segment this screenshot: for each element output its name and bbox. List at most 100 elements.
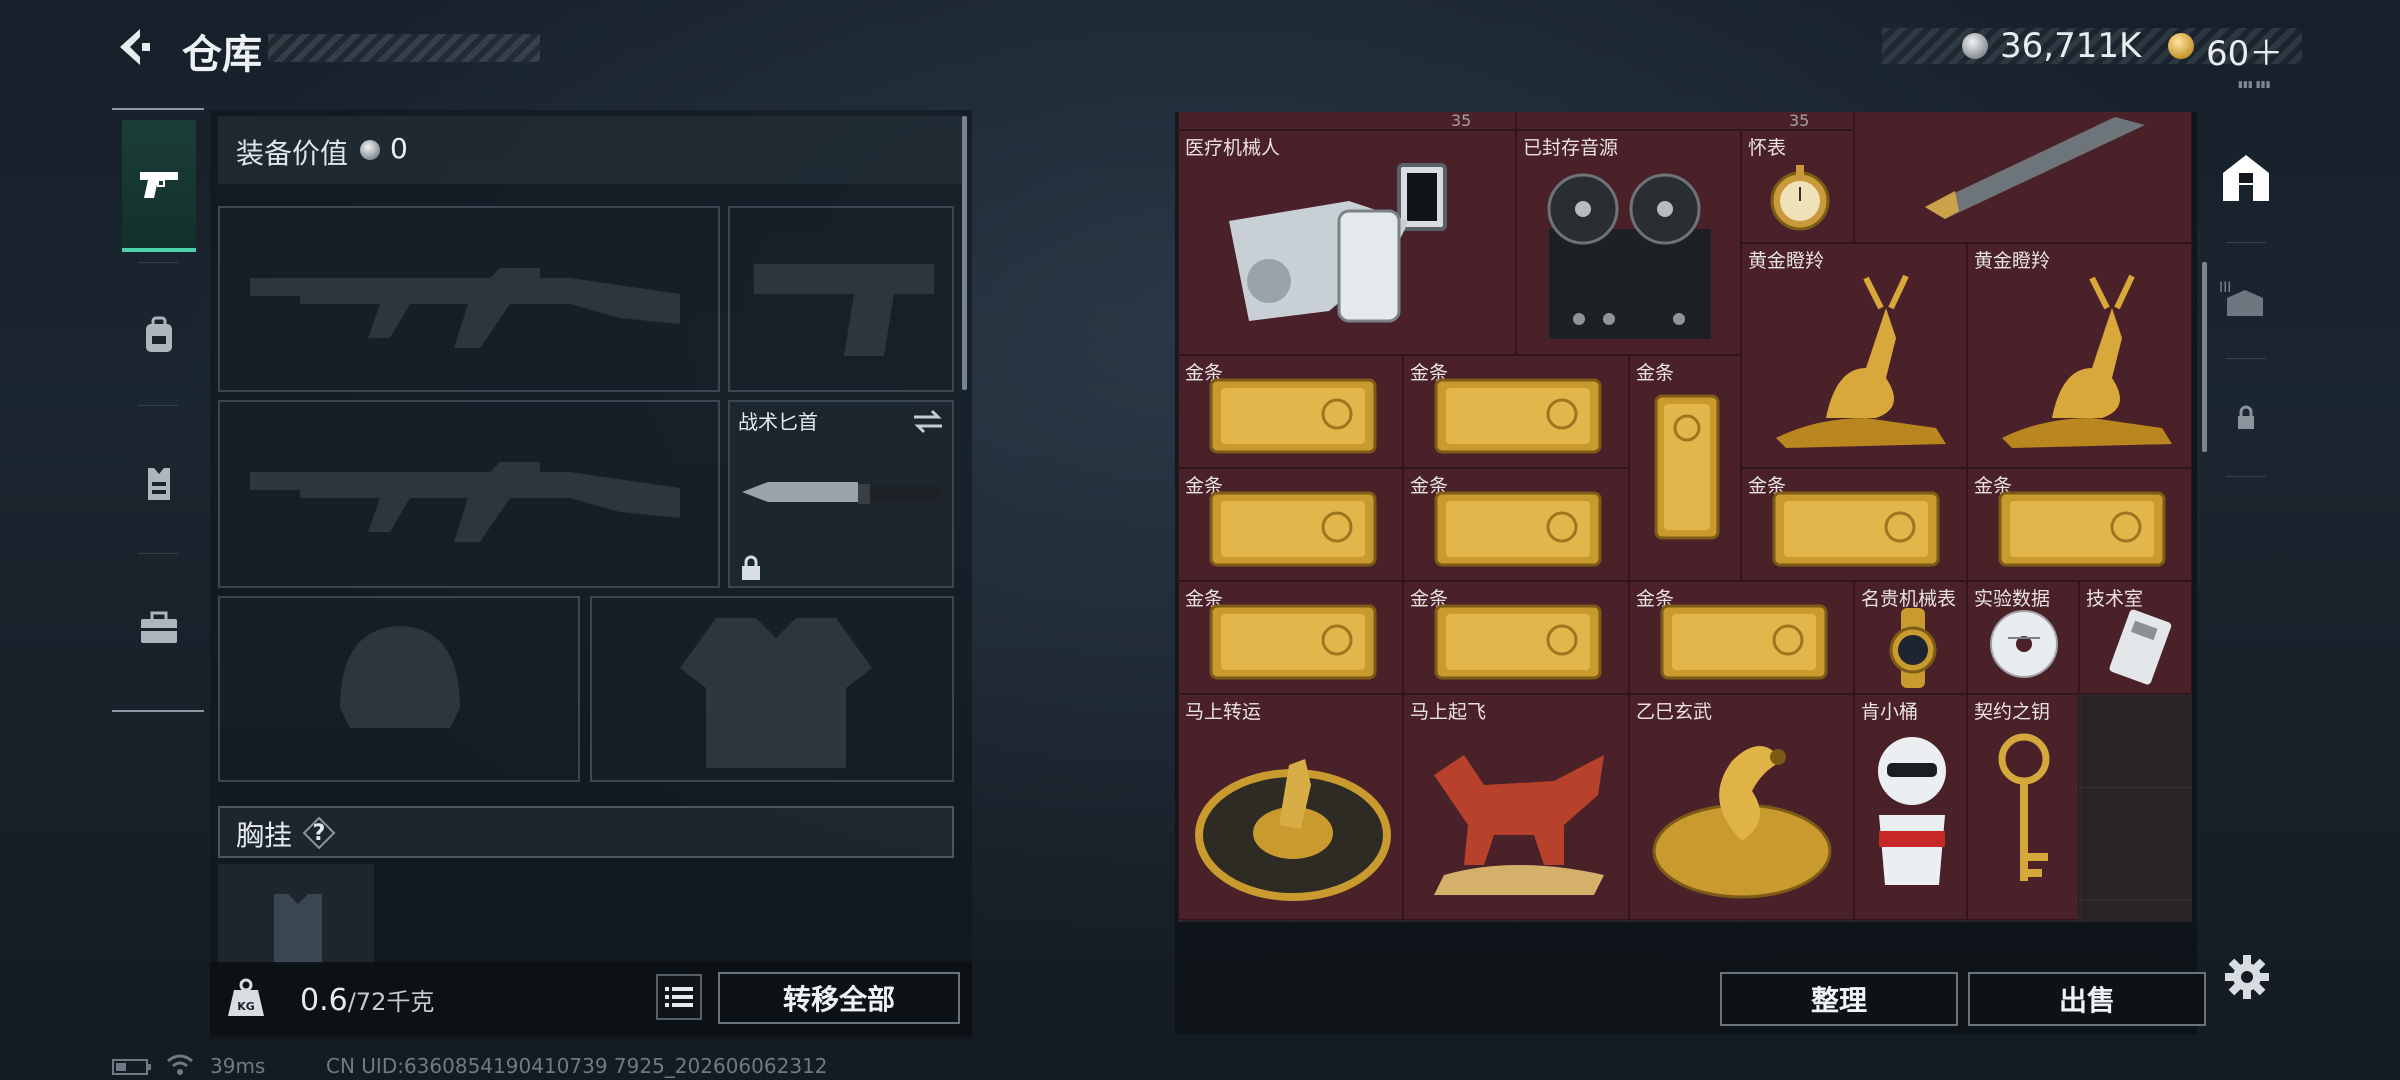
rifle-silhouette-icon — [250, 462, 680, 542]
weight-readout: 0.6/72千克 — [300, 982, 434, 1018]
help-icon[interactable]: ? — [302, 816, 336, 850]
grid-item-hidden[interactable]: 35 — [1178, 112, 1516, 130]
grid-item-gold-bar[interactable]: 金条 — [1741, 468, 1967, 581]
currency-secondary[interactable]: 60＋ — [2206, 26, 2283, 75]
helmet-silhouette-icon — [340, 626, 460, 728]
secondary-weapon-slot[interactable] — [218, 400, 720, 588]
grid-item-medical-robot[interactable]: 医疗机械人 — [1178, 130, 1516, 355]
pocket-watch-icon — [1770, 165, 1830, 231]
item-label: 金条 — [1636, 362, 1675, 384]
silver-coin-icon — [360, 140, 380, 160]
tab-storage[interactable] — [2206, 118, 2286, 238]
chest-rig-slot[interactable] — [218, 864, 374, 964]
grid-item-keycard[interactable]: 技术室 — [2079, 581, 2192, 694]
gold-coin-icon — [2168, 33, 2194, 59]
uid-readout: CN UID:6360854190410739 7925_20260606231… — [326, 1054, 828, 1078]
nav-item-backpack[interactable] — [122, 270, 196, 402]
grid-item-tape-recorder[interactable]: 已封存音源 — [1516, 130, 1741, 355]
grid-item-gold-bar[interactable]: 金条 — [1967, 468, 2192, 581]
grid-item-golden-dragon-turtle[interactable]: 乙巳玄武 — [1629, 694, 1854, 920]
loadout-scrollbar[interactable] — [962, 116, 967, 390]
svg-text:KG: KG — [237, 1000, 255, 1013]
nav-divider — [138, 405, 178, 406]
grid-item-red-horse[interactable]: 马上起飞 — [1403, 694, 1629, 920]
grid-item-gold-bar[interactable]: 金条 — [1403, 355, 1629, 468]
pistol-icon — [140, 172, 178, 198]
melee-label: 战术匕首 — [738, 410, 818, 434]
ping-readout: 39ms — [210, 1054, 266, 1078]
wifi-icon — [167, 1054, 193, 1075]
grid-item-hidden[interactable]: 35 — [1516, 112, 1854, 130]
grid-item-horse-medallion[interactable]: 马上转运 — [1178, 694, 1403, 920]
tape-recorder-icon — [1547, 173, 1711, 339]
tab-storage-expansion[interactable]: III — [2206, 238, 2286, 358]
equipment-value-amount: 0 — [390, 132, 408, 165]
pistol-slot[interactable] — [728, 206, 954, 392]
item-label: 乙巳玄武 — [1636, 701, 1713, 723]
swap-icon[interactable] — [912, 408, 944, 434]
vest-icon — [148, 468, 170, 500]
medical-robot-icon — [1229, 163, 1447, 323]
ornate-key-icon — [1998, 733, 2050, 881]
transfer-all-button[interactable]: 转移全部 — [718, 972, 960, 1024]
gold-bar-icon — [1434, 378, 1602, 454]
grid-item-golden-gazelle[interactable]: 黄金瞪羚 — [1741, 243, 1967, 468]
grid-item-gold-bar[interactable]: 金条 — [1403, 468, 1629, 581]
knife-icon — [742, 482, 942, 504]
back-arrow-icon[interactable] — [110, 25, 154, 69]
sell-button[interactable]: 出售 — [1968, 972, 2206, 1026]
helmet-slot[interactable] — [218, 596, 580, 782]
tab-locked[interactable] — [2206, 358, 2286, 478]
kfc-figure-icon — [1878, 737, 1946, 885]
item-label: 马上转运 — [1185, 701, 1262, 723]
primary-weapon-slot[interactable] — [218, 206, 720, 392]
armor-silhouette-icon — [680, 618, 872, 768]
pistol-silhouette-icon — [754, 264, 934, 356]
gold-bar-vertical-icon — [1654, 394, 1720, 540]
sort-button[interactable]: 整理 — [1720, 972, 1958, 1026]
grid-item-kfc-figure[interactable]: 肯小桶 — [1854, 694, 1967, 920]
silver-coin-icon — [1962, 33, 1988, 59]
gold-bar-icon — [1434, 604, 1602, 680]
grid-item-rocket-shell[interactable] — [1854, 112, 2192, 243]
golden-gazelle-icon — [1776, 274, 1946, 448]
list-view-button[interactable] — [656, 974, 702, 1020]
list-icon — [665, 987, 693, 1007]
keycard-icon — [2109, 609, 2172, 685]
title-decoration — [268, 34, 540, 62]
nav-item-weapons[interactable] — [122, 120, 196, 252]
gold-bar-icon — [1209, 604, 1377, 680]
chest-rig-silhouette-icon — [274, 894, 322, 964]
grid-item-gold-bar[interactable]: 金条 — [1178, 355, 1403, 468]
equipment-value-label: 装备价值 — [236, 137, 349, 170]
grid-item-ornate-key[interactable]: 契约之钥 — [1967, 694, 2079, 920]
melee-slot[interactable]: 战术匕首 — [728, 400, 954, 588]
grid-item-pocket-watch[interactable]: 怀表 — [1741, 130, 1854, 243]
grid-item-gold-bar[interactable]: 金条 — [1178, 581, 1403, 694]
tab-divider — [2226, 476, 2266, 477]
gear-icon[interactable] — [2224, 954, 2270, 1000]
currency-primary[interactable]: 36,711K — [2000, 26, 2141, 66]
lock-icon — [2238, 405, 2254, 429]
nav-item-toolbox[interactable] — [122, 562, 196, 694]
grid-item-gold-bar[interactable]: 金条 — [1629, 581, 1854, 694]
gold-bar-icon — [1772, 491, 1940, 567]
armor-slot[interactable] — [590, 596, 954, 782]
gold-bar-icon — [1998, 491, 2166, 567]
luxury-watch-icon — [1889, 608, 1937, 688]
grid-item-luxury-watch[interactable]: 名贵机械表 — [1854, 581, 1967, 694]
gold-bar-icon — [1209, 378, 1377, 454]
item-label: 技术室 — [2086, 588, 2144, 610]
grid-item-data-disc[interactable]: 实验数据 — [1967, 581, 2079, 694]
rocket-shell-icon — [1925, 117, 2145, 219]
horse-medallion-icon — [1195, 759, 1391, 901]
weight-kg-icon: KG — [228, 978, 264, 1016]
grid-item-gold-bar-vertical[interactable]: 金条 — [1629, 355, 1741, 581]
nav-item-vest[interactable] — [122, 418, 196, 550]
grid-item-gold-bar[interactable]: 金条 — [1178, 468, 1403, 581]
weight-capacity: /72千克 — [347, 988, 435, 1016]
grid-item-gold-bar[interactable]: 金条 — [1403, 581, 1629, 694]
gold-bar-icon — [1434, 491, 1602, 567]
lock-icon — [742, 555, 760, 580]
grid-item-golden-gazelle[interactable]: 黄金瞪羚 — [1967, 243, 2192, 468]
